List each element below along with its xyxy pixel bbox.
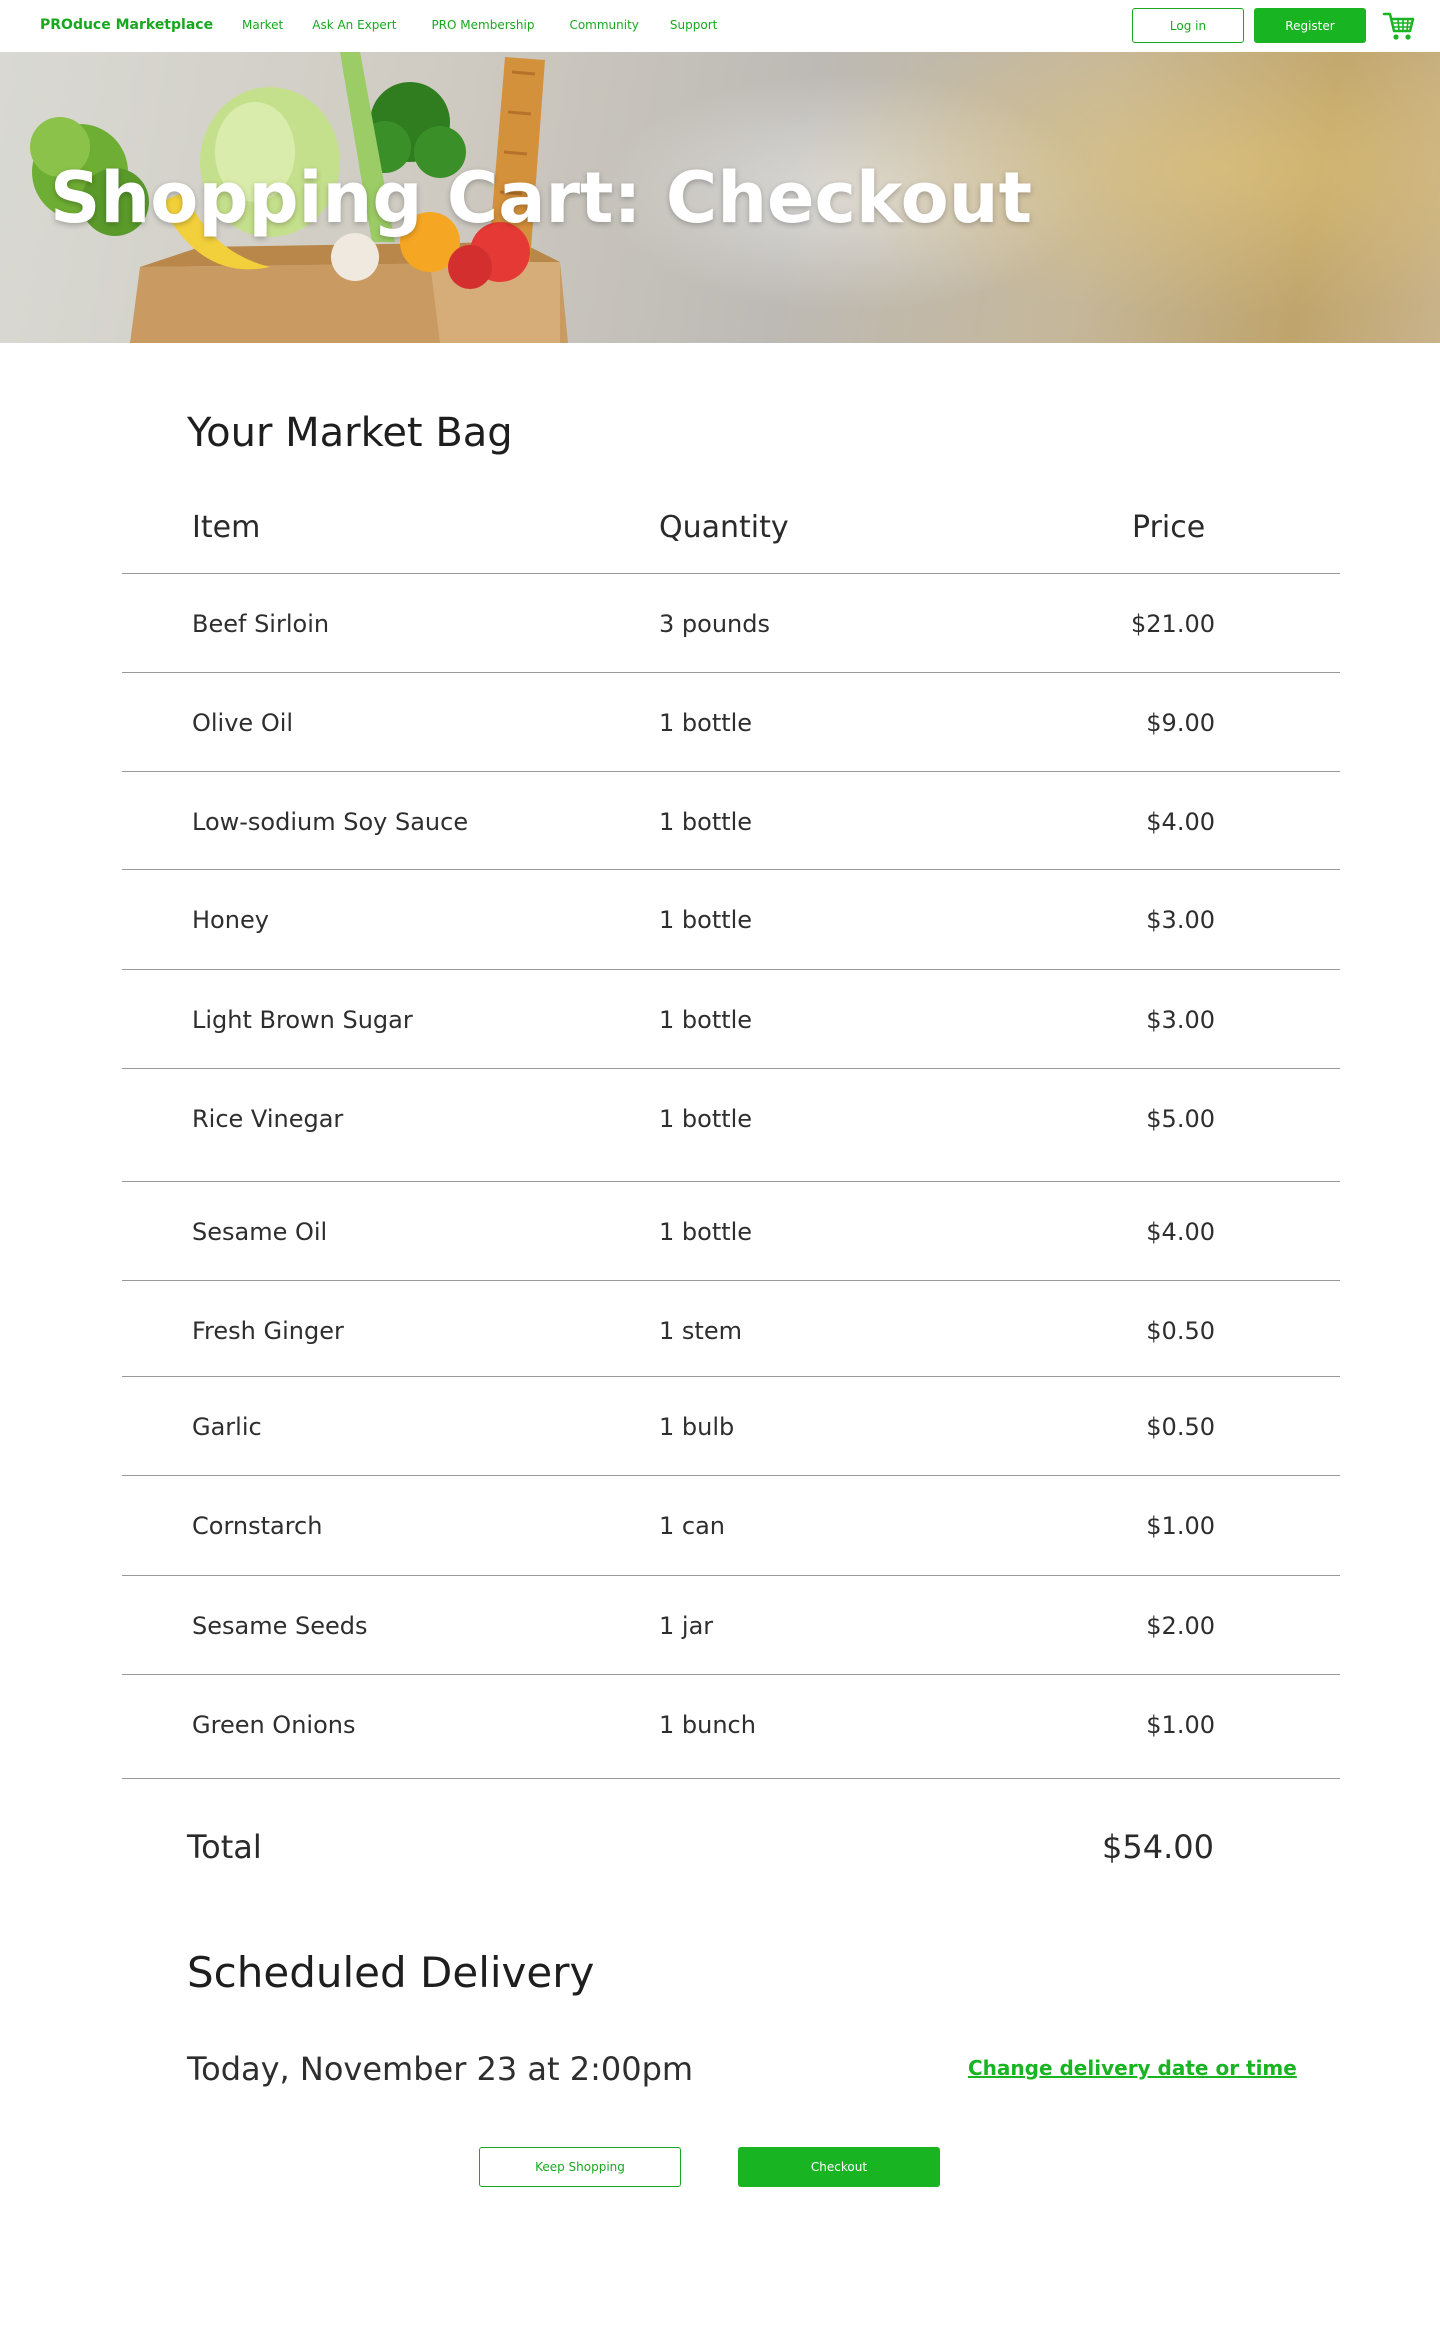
cart-table-header: Item Quantity Price — [122, 490, 1340, 574]
table-row: Olive Oil 1 bottle $9.00 — [122, 673, 1340, 772]
cell-item: Green Onions — [192, 1711, 356, 1739]
cell-item: Sesame Oil — [192, 1218, 328, 1246]
cell-item: Beef Sirloin — [192, 610, 330, 638]
column-header-price: Price — [1132, 510, 1206, 545]
table-row: Beef Sirloin 3 pounds $21.00 — [122, 574, 1340, 673]
hero-banner: Shopping Cart: Checkout — [0, 52, 1440, 343]
cell-quantity: 1 bunch — [659, 1711, 756, 1739]
cart-title: Your Market Bag — [187, 410, 513, 456]
table-row: Sesame Seeds 1 jar $2.00 — [122, 1576, 1340, 1675]
nav-link-ask-an-expert[interactable]: Ask An Expert — [312, 18, 396, 32]
cell-quantity: 1 jar — [659, 1612, 714, 1640]
change-delivery-link[interactable]: Change delivery date or time — [968, 2056, 1297, 2080]
table-row: Fresh Ginger 1 stem $0.50 — [122, 1281, 1340, 1377]
table-row: Cornstarch 1 can $1.00 — [122, 1476, 1340, 1576]
nav-link-market[interactable]: Market — [242, 18, 283, 32]
cell-quantity: 3 pounds — [659, 610, 770, 638]
cell-price: $5.00 — [1146, 1105, 1215, 1133]
top-navigation: PROduce Marketplace Market Ask An Expert… — [0, 0, 1440, 52]
keep-shopping-button[interactable]: Keep Shopping — [479, 2147, 681, 2187]
cell-item: Light Brown Sugar — [192, 1006, 413, 1034]
cell-price: $0.50 — [1146, 1317, 1215, 1345]
cell-quantity: 1 bulb — [659, 1413, 735, 1441]
cell-item: Honey — [192, 906, 269, 934]
cell-item: Garlic — [192, 1413, 262, 1441]
nav-link-support[interactable]: Support — [670, 18, 717, 32]
hero-title: Shopping Cart: Checkout — [50, 157, 1033, 239]
cell-price: $9.00 — [1146, 709, 1215, 737]
cell-price: $4.00 — [1146, 1218, 1215, 1246]
cell-quantity: 1 bottle — [659, 1105, 753, 1133]
cell-quantity: 1 bottle — [659, 709, 753, 737]
delivery-title: Scheduled Delivery — [187, 1948, 595, 1997]
cell-price: $3.00 — [1146, 906, 1215, 934]
cell-quantity: 1 bottle — [659, 906, 753, 934]
table-row: Sesame Oil 1 bottle $4.00 — [122, 1182, 1340, 1281]
checkout-button[interactable]: Checkout — [738, 2147, 940, 2187]
table-row: Garlic 1 bulb $0.50 — [122, 1377, 1340, 1476]
delivery-date: Today, November 23 at 2:00pm — [187, 2050, 694, 2088]
table-row: Rice Vinegar 1 bottle $5.00 — [122, 1069, 1340, 1182]
cell-quantity: 1 bottle — [659, 1218, 753, 1246]
table-row: Honey 1 bottle $3.00 — [122, 870, 1340, 970]
cell-price: $1.00 — [1146, 1711, 1215, 1739]
nav-link-pro-membership[interactable]: PRO Membership — [431, 18, 534, 32]
cell-quantity: 1 bottle — [659, 1006, 753, 1034]
cell-item: Rice Vinegar — [192, 1105, 344, 1133]
cell-price: $3.00 — [1146, 1006, 1215, 1034]
cell-item: Cornstarch — [192, 1512, 323, 1540]
cell-item: Sesame Seeds — [192, 1612, 368, 1640]
register-button[interactable]: Register — [1254, 8, 1366, 43]
total-value: $54.00 — [1102, 1828, 1214, 1866]
cell-price: $0.50 — [1146, 1413, 1215, 1441]
column-header-item: Item — [192, 510, 261, 545]
table-row: Light Brown Sugar 1 bottle $3.00 — [122, 970, 1340, 1069]
total-label: Total — [187, 1828, 262, 1866]
column-header-quantity: Quantity — [659, 510, 789, 545]
nav-links: Market Ask An Expert PRO Membership Comm… — [242, 18, 717, 32]
cell-quantity: 1 bottle — [659, 808, 753, 836]
table-row: Green Onions 1 bunch $1.00 — [122, 1675, 1340, 1779]
table-row: Low-sodium Soy Sauce 1 bottle $4.00 — [122, 772, 1340, 870]
cell-item: Low-sodium Soy Sauce — [192, 808, 469, 836]
nav-actions: Log in Register — [1132, 8, 1416, 43]
cart-table: Item Quantity Price Beef Sirloin 3 pounds… — [122, 490, 1340, 1779]
brand-logo[interactable]: PROduce Marketplace — [40, 17, 213, 33]
login-button[interactable]: Log in — [1132, 8, 1244, 43]
shopping-cart-icon[interactable] — [1382, 9, 1416, 43]
cell-price: $4.00 — [1146, 808, 1215, 836]
cell-item: Fresh Ginger — [192, 1317, 344, 1345]
cell-price: $2.00 — [1146, 1612, 1215, 1640]
cell-item: Olive Oil — [192, 709, 294, 737]
cell-price: $21.00 — [1131, 610, 1215, 638]
nav-link-community[interactable]: Community — [569, 18, 638, 32]
cell-quantity: 1 stem — [659, 1317, 742, 1345]
cell-quantity: 1 can — [659, 1512, 726, 1540]
cart-rows: Beef Sirloin 3 pounds $21.00 Olive Oil 1 bot… — [122, 574, 1340, 1779]
cell-price: $1.00 — [1146, 1512, 1215, 1540]
